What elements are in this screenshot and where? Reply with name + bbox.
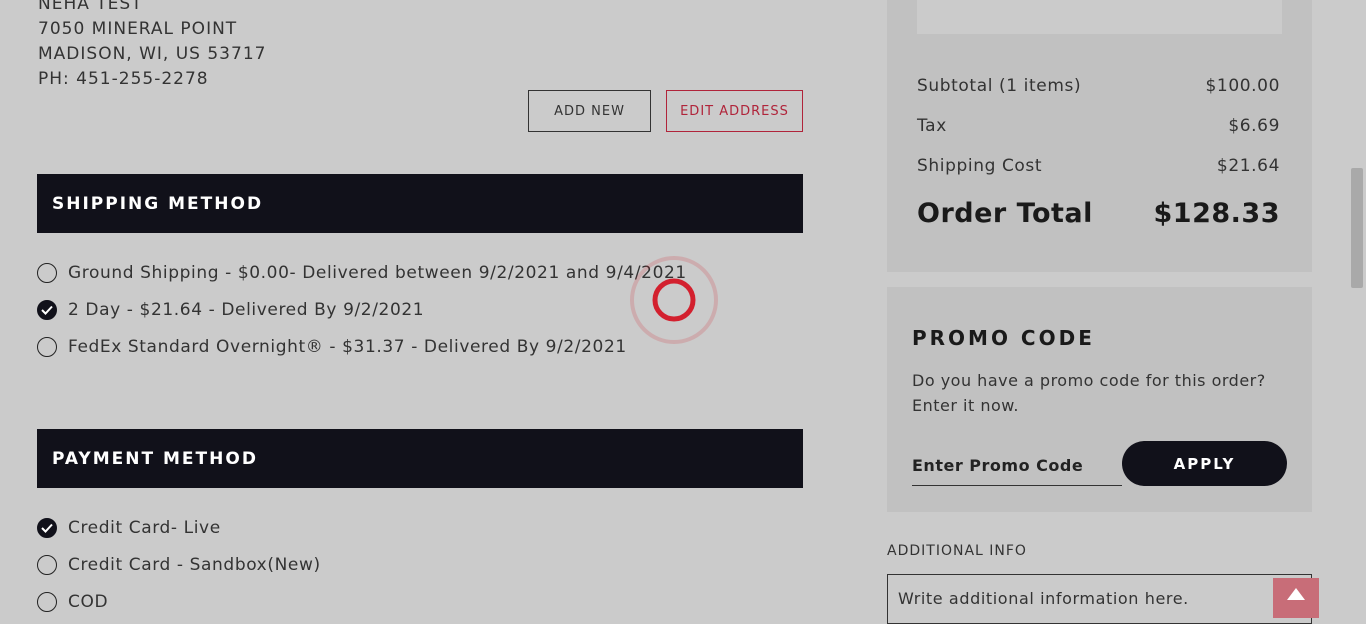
check-icon — [41, 305, 53, 315]
shipping-option-label: Ground Shipping - $0.00- Delivered betwe… — [68, 263, 687, 283]
radio-unchecked[interactable] — [37, 555, 57, 575]
scrollbar-thumb[interactable] — [1351, 168, 1363, 288]
edit-address-button[interactable]: EDIT ADDRESS — [666, 90, 803, 132]
tax-label: Tax — [917, 116, 947, 136]
additional-info-textarea[interactable] — [887, 574, 1312, 624]
shipping-method-title: SHIPPING METHOD — [52, 193, 264, 214]
promo-code-title: PROMO CODE — [912, 326, 1095, 350]
shipping-option-overnight[interactable]: FedEx Standard Overnight® - $31.37 - Del… — [37, 337, 627, 357]
additional-info-label: ADDITIONAL INFO — [887, 543, 1027, 559]
scroll-to-top-button[interactable] — [1273, 578, 1319, 618]
payment-option-credit-live[interactable]: Credit Card- Live — [37, 518, 221, 538]
arrow-up-icon — [1287, 588, 1305, 600]
subtotal-value: $100.00 — [1205, 76, 1280, 96]
check-icon — [41, 523, 53, 533]
promo-code-description: Do you have a promo code for this order?… — [912, 371, 1266, 415]
shipping-option-2day[interactable]: 2 Day - $21.64 - Delivered By 9/2/2021 — [37, 300, 424, 320]
payment-option-cod[interactable]: COD — [37, 592, 108, 612]
radio-checked[interactable] — [37, 300, 57, 320]
tax-row: Tax $6.69 — [917, 116, 1280, 136]
tax-value: $6.69 — [1228, 116, 1280, 136]
radio-unchecked[interactable] — [37, 337, 57, 357]
order-total-row: Order Total $128.33 — [917, 198, 1280, 229]
payment-method-title: PAYMENT METHOD — [52, 448, 258, 469]
payment-option-credit-sandbox[interactable]: Credit Card - Sandbox(New) — [37, 555, 321, 575]
apply-promo-button[interactable]: APPLY — [1122, 441, 1287, 486]
subtotal-row: Subtotal (1 items) $100.00 — [917, 76, 1280, 96]
radio-checked[interactable] — [37, 518, 57, 538]
shipping-cost-label: Shipping Cost — [917, 156, 1043, 176]
page-scrollbar[interactable] — [1349, 0, 1366, 613]
payment-method-header: PAYMENT METHOD — [37, 429, 803, 488]
address-street: 7050 MINERAL POINT — [38, 19, 238, 39]
payment-option-label: Credit Card - Sandbox(New) — [68, 555, 321, 575]
subtotal-label: Subtotal (1 items) — [917, 76, 1082, 96]
add-new-address-button[interactable]: ADD NEW — [528, 90, 651, 132]
shipping-option-label: 2 Day - $21.64 - Delivered By 9/2/2021 — [68, 300, 425, 320]
order-total-value: $128.33 — [1153, 198, 1280, 229]
order-total-label: Order Total — [917, 198, 1093, 229]
shipping-method-header: SHIPPING METHOD — [37, 174, 803, 233]
promo-code-input[interactable] — [912, 446, 1122, 486]
cart-item-box — [917, 0, 1282, 34]
address-name: NEHA TEST — [38, 0, 143, 14]
payment-option-label: COD — [68, 592, 109, 612]
order-summary-panel — [887, 0, 1312, 272]
payment-option-label: Credit Card- Live — [68, 518, 221, 538]
shipping-option-ground[interactable]: Ground Shipping - $0.00- Delivered betwe… — [37, 263, 687, 283]
radio-unchecked[interactable] — [37, 263, 57, 283]
loading-spinner-icon — [630, 256, 718, 344]
radio-unchecked[interactable] — [37, 592, 57, 612]
shipping-option-label: FedEx Standard Overnight® - $31.37 - Del… — [68, 337, 627, 357]
shipping-cost-row: Shipping Cost $21.64 — [917, 156, 1280, 176]
shipping-cost-value: $21.64 — [1216, 156, 1280, 176]
address-phone: PH: 451-255-2278 — [38, 69, 209, 89]
address-city: MADISON, WI, US 53717 — [38, 44, 267, 64]
